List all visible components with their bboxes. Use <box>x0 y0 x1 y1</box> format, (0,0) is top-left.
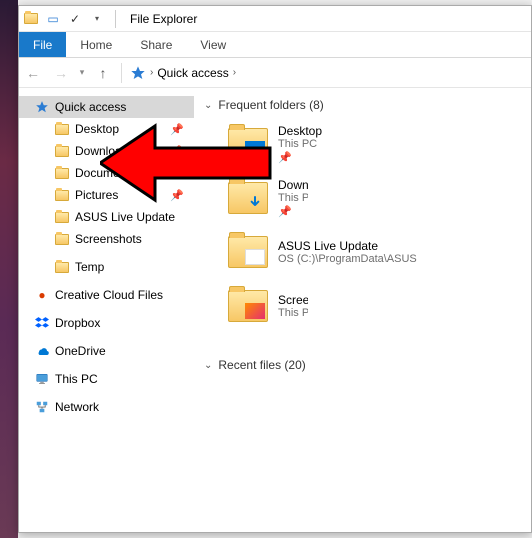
tile-downloads[interactable]: Downloads This PC 📌 <box>228 176 308 220</box>
dropbox-icon <box>33 315 51 331</box>
tile-name: Desktop <box>278 124 322 138</box>
section-recent-header[interactable]: ⌄ Recent files (20) <box>204 358 525 372</box>
folder-icon <box>53 143 71 159</box>
pin-icon: 📌 <box>278 151 322 164</box>
sidebar-item-temp[interactable]: Temp <box>19 256 194 278</box>
frequent-folders-grid: Desktop This PC 📌 Downloads This PC 📌 <box>228 122 525 328</box>
tile-sub: This PC <box>278 192 308 204</box>
window-title: File Explorer <box>130 12 197 26</box>
sidebar-item-label: Quick access <box>55 100 126 114</box>
sidebar-item-label: Dropbox <box>55 316 100 330</box>
tab-view[interactable]: View <box>186 32 240 57</box>
sidebar-item-this-pc[interactable]: This PC <box>19 368 194 390</box>
pin-icon: 📌 <box>170 123 184 136</box>
up-button[interactable]: ↑ <box>89 58 117 88</box>
recent-dropdown[interactable]: ▾ <box>75 58 89 88</box>
section-frequent-header[interactable]: ⌄ Frequent folders (8) <box>204 98 525 112</box>
pin-icon: 📌 <box>278 205 308 218</box>
tile-name: Screenshots <box>278 293 308 307</box>
folder-icon <box>53 231 71 247</box>
section-label: Frequent folders (8) <box>218 98 323 112</box>
back-button[interactable]: ← <box>19 58 47 88</box>
tile-sub: This PC <box>278 307 308 319</box>
content-pane: ⌄ Frequent folders (8) Desktop This PC 📌 <box>194 88 531 532</box>
tile-sub: OS (C:)\ProgramData\ASUS <box>278 253 417 265</box>
titlebar: ▭ ✓ ▾ File Explorer <box>19 6 531 32</box>
address-bar: ← → ▾ ↑ › Quick access › <box>19 58 531 88</box>
sidebar-item-downloads[interactable]: Downloads 📌 <box>19 140 194 162</box>
sidebar-item-label: Downloads <box>75 144 134 158</box>
ribbon-tabs: File Home Share View <box>19 32 531 58</box>
pin-icon: 📌 <box>170 167 184 180</box>
window-icon <box>23 11 39 27</box>
tile-desktop[interactable]: Desktop This PC 📌 <box>228 122 428 166</box>
chevron-down-icon: ⌄ <box>204 100 212 111</box>
quick-access-star-icon <box>130 65 146 81</box>
sidebar-item-network[interactable]: Network <box>19 396 194 418</box>
tab-file[interactable]: File <box>19 32 66 57</box>
sidebar-item-label: Documents <box>75 166 136 180</box>
sidebar-item-label: OneDrive <box>55 344 106 358</box>
sidebar-item-label: This PC <box>55 372 98 386</box>
chevron-right-icon: › <box>233 67 236 78</box>
qat-properties-icon[interactable]: ▭ <box>45 11 61 27</box>
sidebar-item-label: ASUS Live Update <box>75 210 175 224</box>
sidebar-item-label: Desktop <box>75 122 119 136</box>
sidebar-item-quick-access[interactable]: Quick access <box>19 96 194 118</box>
tile-sub: This PC <box>278 138 322 150</box>
sidebar-item-label: Pictures <box>75 188 118 202</box>
breadcrumb-root[interactable]: Quick access <box>157 66 228 80</box>
folder-icon <box>53 187 71 203</box>
breadcrumb[interactable]: › Quick access › <box>130 65 236 81</box>
sidebar-item-documents[interactable]: Documents 📌 <box>19 162 194 184</box>
folder-icon <box>53 121 71 137</box>
sidebar-item-dropbox[interactable]: Dropbox <box>19 312 194 334</box>
folder-icon <box>53 209 71 225</box>
file-explorer-window: ▭ ✓ ▾ File Explorer File Home Share View… <box>18 5 532 533</box>
sidebar-item-label: Screenshots <box>75 232 142 246</box>
folder-icon <box>53 165 71 181</box>
pin-icon: 📌 <box>170 145 184 158</box>
chevron-right-icon: › <box>150 67 153 78</box>
this-pc-icon <box>33 371 51 387</box>
sidebar-item-asus[interactable]: ASUS Live Update <box>19 206 194 228</box>
tile-screenshots[interactable]: Screenshots This PC <box>228 284 308 328</box>
folder-icon <box>53 259 71 275</box>
chevron-down-icon: ⌄ <box>204 360 212 371</box>
qat-newfolder-icon[interactable]: ✓ <box>67 11 83 27</box>
sidebar-item-creative-cloud[interactable]: ● Creative Cloud Files <box>19 284 194 306</box>
tab-share[interactable]: Share <box>126 32 186 57</box>
folder-icon <box>228 124 272 164</box>
pin-icon: 📌 <box>170 189 184 202</box>
tile-asus[interactable]: ASUS Live Update OS (C:)\ProgramData\ASU… <box>228 230 428 274</box>
folder-icon <box>228 232 272 272</box>
sidebar-item-desktop[interactable]: Desktop 📌 <box>19 118 194 140</box>
desktop-background-strip <box>0 0 18 538</box>
tile-name: ASUS Live Update <box>278 239 417 253</box>
navigation-pane: Quick access Desktop 📌 Downloads 📌 Docum… <box>19 88 194 532</box>
sidebar-item-label: Temp <box>75 260 104 274</box>
forward-button[interactable]: → <box>47 58 75 88</box>
folder-icon <box>228 178 272 218</box>
sidebar-item-label: Network <box>55 400 99 414</box>
onedrive-icon <box>33 343 51 359</box>
network-icon <box>33 399 51 415</box>
tab-home[interactable]: Home <box>66 32 126 57</box>
sidebar-item-onedrive[interactable]: OneDrive <box>19 340 194 362</box>
star-icon <box>33 99 51 115</box>
sidebar-item-label: Creative Cloud Files <box>55 288 163 302</box>
section-label: Recent files (20) <box>218 358 305 372</box>
qat-dropdown-icon[interactable]: ▾ <box>89 11 105 27</box>
creative-cloud-icon: ● <box>33 287 51 303</box>
tile-name: Downloads <box>278 178 308 192</box>
sidebar-item-screenshots[interactable]: Screenshots <box>19 228 194 250</box>
sidebar-item-pictures[interactable]: Pictures 📌 <box>19 184 194 206</box>
folder-icon <box>228 286 272 326</box>
